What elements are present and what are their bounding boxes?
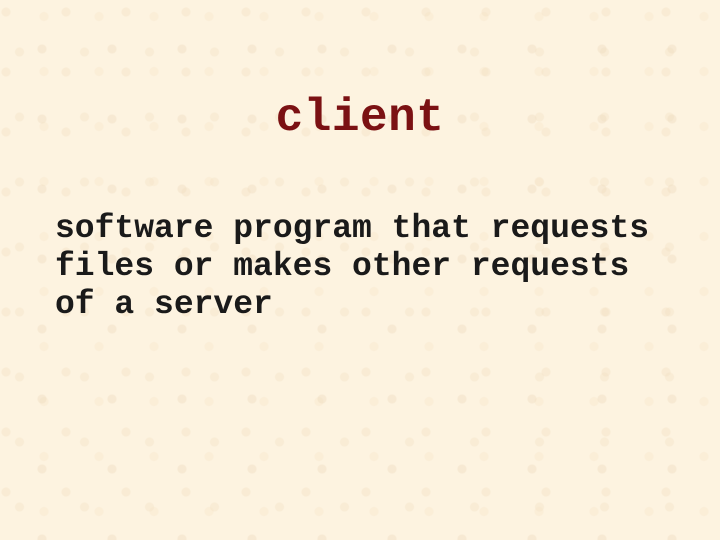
- term-title: client: [55, 0, 665, 144]
- term-definition: software program that requests files or …: [55, 144, 665, 324]
- slide-container: client software program that requests fi…: [0, 0, 720, 540]
